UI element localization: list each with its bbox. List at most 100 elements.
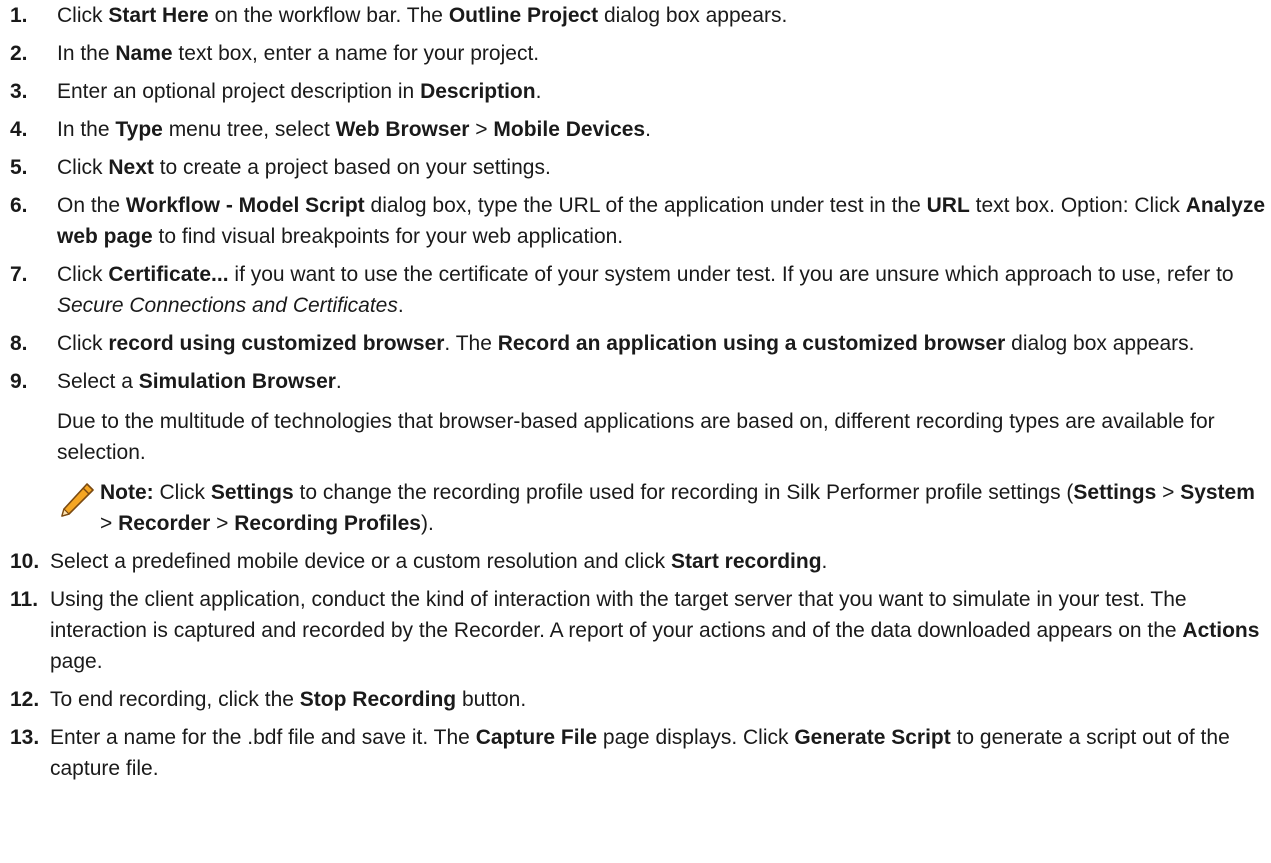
italic-ref: Secure Connections and Certificates [57, 294, 398, 317]
text-run: if you want to use the certificate of yo… [228, 263, 1234, 286]
text-run: Enter a name for the .bdf file and save … [50, 726, 476, 749]
text-run: To end recording, click the [50, 688, 300, 711]
step-number: 1. [10, 4, 28, 27]
text-run: In the [57, 42, 116, 65]
bold-term: Actions [1182, 619, 1260, 642]
bold-term: record using customized browser [108, 332, 445, 355]
text-run: page displays. Click [597, 726, 795, 749]
step-detail: Due to the multitude of technologies tha… [57, 410, 1215, 464]
bold-term: Type [115, 118, 163, 141]
text-run: dialog box, type the URL of the applicat… [364, 194, 927, 217]
text-run: Click [57, 263, 109, 286]
text-run: menu tree, select [162, 118, 336, 141]
step-number: 6. [10, 194, 28, 217]
text-run: Enter an optional project description in [57, 80, 421, 103]
text-run: > [100, 512, 119, 535]
pencil-icon [61, 483, 94, 517]
step-5: 5. Click Next to create a project based o… [10, 152, 1266, 183]
step-11: 11. Using the client application, conduct… [10, 584, 1266, 677]
bold-term: Generate Script [794, 726, 951, 749]
text-run: dialog box appears. [1005, 332, 1195, 355]
bold-term: Stop Recording [299, 688, 457, 711]
text-run: . [535, 80, 542, 103]
step-number: 9. [10, 370, 28, 393]
text-run: Click [57, 332, 109, 355]
step-number: 10. [10, 550, 40, 573]
text-run: Click [57, 4, 109, 27]
bold-term: Next [108, 156, 154, 179]
step-text: Enter a name for the .bdf file and save … [50, 726, 1230, 780]
text-run: Select a [57, 370, 139, 393]
text-run: Click [57, 156, 109, 179]
step-number: 4. [10, 118, 28, 141]
step-text: Select a predefined mobile device or a c… [50, 550, 827, 573]
text-run: > [469, 118, 494, 141]
step-number: 8. [10, 332, 28, 355]
step-6: 6. On the Workflow - Model Script dialog … [10, 190, 1266, 252]
text-run: . The [444, 332, 498, 355]
step-9: 9. Select a Simulation Browser. Due to th… [10, 366, 1266, 539]
bold-term: Mobile Devices [493, 118, 646, 141]
bold-term: URL [926, 194, 970, 217]
bold-term: Settings [210, 481, 294, 504]
text-run: Click [153, 481, 211, 504]
step-13: 13. Enter a name for the .bdf file and sa… [10, 722, 1266, 784]
text-run: text box. Option: Click [969, 194, 1186, 217]
step-text: Click Next to create a project based on … [57, 156, 551, 179]
bold-term: Start recording [671, 550, 822, 573]
step-text: Click Certificate... if you want to use … [57, 263, 1234, 317]
text-run: Select a predefined mobile device or a c… [50, 550, 671, 573]
step-number: 13. [10, 726, 40, 749]
step-4: 4. In the Type menu tree, select Web Brow… [10, 114, 1266, 145]
text-run: . [645, 118, 651, 141]
text-run: to find visual breakpoints for your web … [152, 225, 624, 248]
step-number: 3. [10, 80, 28, 103]
bold-term: System [1180, 481, 1255, 504]
text-run: ). [420, 512, 434, 535]
step-text: Click record using customized browser. T… [57, 332, 1194, 355]
step-number: 12. [10, 688, 40, 711]
bold-term: Start Here [108, 4, 209, 27]
text-run: . [335, 370, 342, 393]
text-run: to create a project based on your settin… [153, 156, 551, 179]
bold-term: Name [115, 42, 173, 65]
bold-term: Outline Project [448, 4, 599, 27]
step-number: 7. [10, 263, 28, 286]
text-run: On the [57, 194, 126, 217]
bold-term: Recording Profiles [234, 512, 421, 535]
step-text: In the Type menu tree, select Web Browse… [57, 118, 651, 141]
step-text: On the Workflow - Model Script dialog bo… [57, 194, 1265, 248]
text-run: page. [50, 650, 103, 673]
text-run: In the [57, 118, 116, 141]
bold-term: Recorder [118, 512, 211, 535]
step-2: 2. In the Name text box, enter a name for… [10, 38, 1266, 69]
text-run: to change the recording profile used for… [293, 481, 1074, 504]
step-text: Select a Simulation Browser. [57, 370, 342, 393]
bold-term: Record an application using a customized… [497, 332, 1006, 355]
step-text: In the Name text box, enter a name for y… [57, 42, 539, 65]
step-text: Click Start Here on the workflow bar. Th… [57, 4, 787, 27]
text-run: dialog box appears. [598, 4, 788, 27]
step-1: 1. Click Start Here on the workflow bar. … [10, 0, 1266, 31]
bold-term: Capture File [475, 726, 598, 749]
step-7: 7. Click Certificate... if you want to us… [10, 259, 1266, 321]
text-run: Using the client application, conduct th… [50, 588, 1187, 642]
step-number: 2. [10, 42, 28, 65]
bold-term: Settings [1073, 481, 1157, 504]
step-text: To end recording, click the Stop Recordi… [50, 688, 526, 711]
bold-term: Note: [100, 481, 154, 504]
step-number: 11. [10, 588, 39, 611]
text-run: > [1156, 481, 1181, 504]
text-run: button. [456, 688, 527, 711]
text-run: > [210, 512, 235, 535]
step-8: 8. Click record using customized browser.… [10, 328, 1266, 359]
text-run: . [821, 550, 828, 573]
step-10: 10. Select a predefined mobile device or … [10, 546, 1266, 577]
bold-term: Simulation Browser [138, 370, 336, 393]
step-3: 3. Enter an optional project description … [10, 76, 1266, 107]
step-text: Using the client application, conduct th… [50, 588, 1259, 673]
bold-term: Certificate... [108, 263, 229, 286]
bold-term: Workflow - Model Script [125, 194, 365, 217]
bold-term: Description [420, 80, 536, 103]
step-12: 12. To end recording, click the Stop Reco… [10, 684, 1266, 715]
